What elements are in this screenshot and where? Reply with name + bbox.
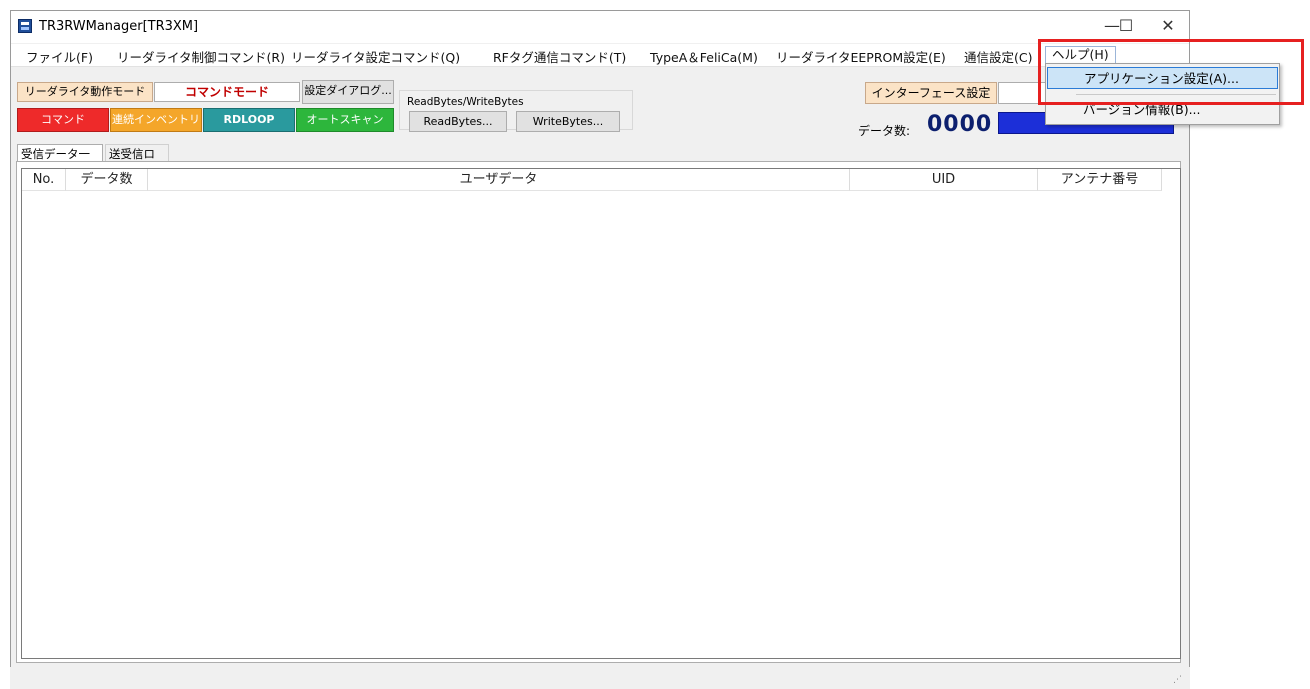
app-icon bbox=[18, 19, 32, 33]
menu-bar: ファイル(F) リーダライタ制御コマンド(R) リーダライタ設定コマンド(Q) … bbox=[11, 44, 1189, 67]
tab-comm-log[interactable]: 送受信ログ bbox=[105, 144, 169, 179]
write-bytes-button[interactable]: WriteBytes... bbox=[516, 111, 620, 132]
column-data-count[interactable]: データ数 bbox=[66, 169, 148, 191]
column-user-data[interactable]: ユーザデータ bbox=[148, 169, 850, 191]
menu-eeprom[interactable]: リーダライタEEPROM設定(E) bbox=[776, 47, 946, 66]
read-bytes-button[interactable]: ReadBytes... bbox=[409, 111, 507, 132]
resize-grip-icon[interactable]: ⋰ bbox=[1173, 675, 1182, 685]
mode-label: リーダライタ動作モード bbox=[17, 82, 153, 102]
column-antenna-no[interactable]: アンテナ番号 bbox=[1038, 169, 1162, 191]
title-bar: TR3RWManager[TR3XM] — ☐ ✕ bbox=[11, 11, 1189, 43]
data-count-value: 0000 bbox=[927, 112, 993, 137]
menu-file[interactable]: ファイル(F) bbox=[26, 47, 93, 66]
menu-reader-control[interactable]: リーダライタ制御コマンド(R) bbox=[117, 47, 285, 66]
status-bar: ⋰ bbox=[10, 667, 1190, 689]
data-count-label: データ数: bbox=[858, 124, 911, 138]
menu-reader-setting[interactable]: リーダライタ設定コマンド(Q) bbox=[291, 47, 460, 66]
continuous-inventory-button[interactable]: 連続インベントリ bbox=[110, 108, 202, 132]
settings-dialog-button[interactable]: 設定ダイアログ... bbox=[302, 80, 394, 104]
window-title: TR3RWManager[TR3XM] bbox=[39, 19, 199, 34]
column-no[interactable]: No. bbox=[22, 169, 66, 191]
mode-value: コマンドモード bbox=[154, 82, 300, 102]
received-data-table[interactable]: No. データ数 ユーザデータ UID アンテナ番号 bbox=[21, 168, 1181, 659]
menu-comm-settings[interactable]: 通信設定(C) bbox=[964, 47, 1032, 66]
command-button[interactable]: コマンド bbox=[17, 108, 109, 132]
tab-received-list[interactable]: 受信データ一覧 bbox=[17, 144, 103, 179]
group-title: ReadBytes/WriteBytes bbox=[407, 96, 524, 108]
menu-rf-tag[interactable]: RFタグ通信コマンド(T) bbox=[493, 47, 626, 66]
interface-settings-button[interactable]: インターフェース設定 bbox=[865, 82, 997, 104]
highlight-box bbox=[1038, 39, 1304, 105]
auto-scan-button[interactable]: オートスキャン bbox=[296, 108, 394, 132]
column-uid[interactable]: UID bbox=[850, 169, 1038, 191]
menu-typea-felica[interactable]: TypeA＆FeliCa(M) bbox=[650, 47, 758, 66]
rdloop-button[interactable]: RDLOOP bbox=[203, 108, 295, 132]
